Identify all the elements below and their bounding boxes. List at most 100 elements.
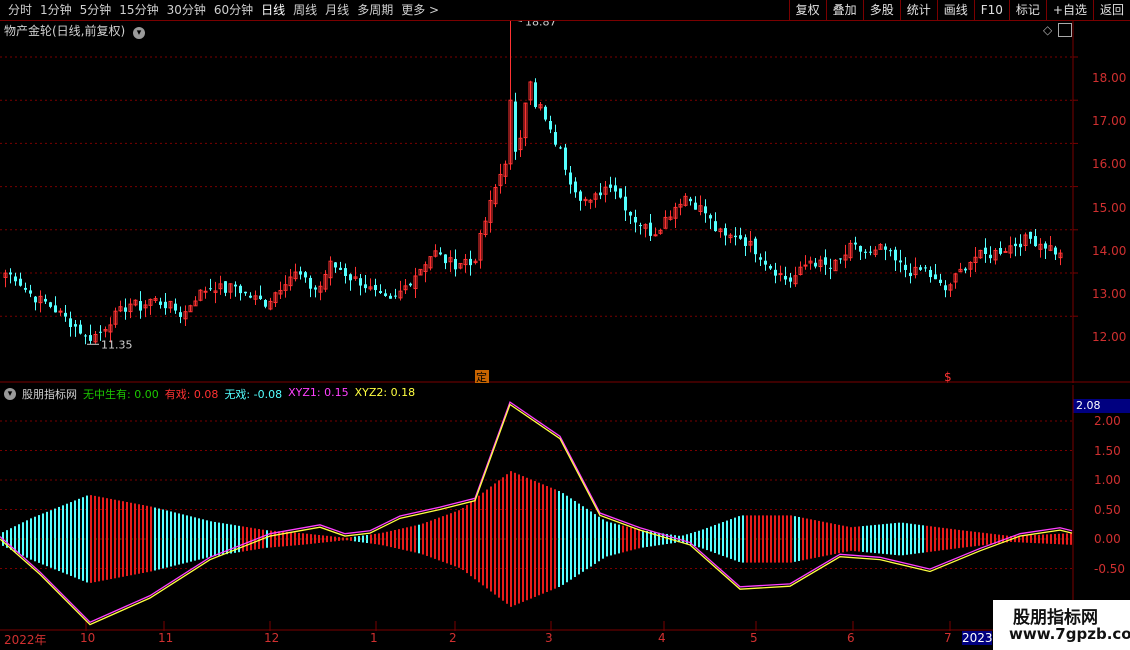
indicator-bar xyxy=(802,517,804,561)
period-tab-1[interactable]: 1分钟 xyxy=(36,0,76,20)
period-tab-5[interactable]: 60分钟 xyxy=(210,0,257,20)
candle-body xyxy=(549,120,552,130)
indicator-bar xyxy=(166,510,168,568)
candle-body xyxy=(9,272,12,275)
indicator-bar xyxy=(298,532,300,546)
indicator-bar xyxy=(770,515,772,563)
indicator-bar xyxy=(1042,534,1044,544)
candle-body xyxy=(1003,250,1008,253)
candle-body xyxy=(889,250,892,252)
candle-body xyxy=(814,262,817,267)
period-tab-4[interactable]: 30分钟 xyxy=(163,0,210,20)
indicator-bar xyxy=(286,531,288,547)
indicator-bar xyxy=(26,520,28,558)
indicator-bar xyxy=(938,527,940,551)
candle-body xyxy=(694,202,697,210)
toolbar-button-3[interactable]: 统计 xyxy=(899,0,937,20)
toolbar-button-6[interactable]: 标记 xyxy=(1008,0,1046,20)
indicator-bar xyxy=(362,535,364,543)
indicator-chart[interactable] xyxy=(0,385,1130,631)
indicator-bar xyxy=(358,536,360,542)
candle-body xyxy=(54,305,57,313)
candle-body xyxy=(384,293,387,296)
watermark-url: www.7gpzb.com xyxy=(1009,625,1130,643)
period-tab-7[interactable]: 周线 xyxy=(289,0,321,20)
period-tab-10[interactable]: 更多 > xyxy=(397,0,443,20)
indicator-bar xyxy=(442,516,444,562)
candle-body xyxy=(179,312,182,317)
candle-body xyxy=(444,254,447,264)
indicator-bar xyxy=(154,507,156,571)
indicator-bar xyxy=(646,531,648,547)
indicator-bar xyxy=(146,505,148,573)
candle-body xyxy=(249,295,252,298)
period-tab-9[interactable]: 多周期 xyxy=(353,0,397,20)
candle-body xyxy=(859,245,862,252)
candle-body xyxy=(1019,243,1022,248)
date-axis-label: 3 xyxy=(545,631,553,645)
price-axis-label: 16.00 xyxy=(1092,157,1127,172)
indicator-bar xyxy=(514,472,516,606)
indicator-bar xyxy=(622,525,624,553)
indicator-bar xyxy=(562,493,564,585)
indicator-bar xyxy=(682,535,684,543)
indicator-axis-label: 0.00 xyxy=(1094,532,1121,546)
candlestick-chart[interactable]: 18.87 11.35 定 $ xyxy=(0,21,1130,383)
toolbar-button-4[interactable]: 画线 xyxy=(936,0,974,20)
candle-body xyxy=(259,295,262,300)
candle-body xyxy=(639,225,642,227)
indicator-bar xyxy=(178,513,180,565)
indicator-bar xyxy=(1054,533,1056,545)
indicator-bar xyxy=(526,477,528,601)
indicator-bar xyxy=(914,524,916,554)
toolbar-button-0[interactable]: 复权 xyxy=(788,0,826,20)
indicator-bar xyxy=(106,498,108,580)
period-tab-6[interactable]: 日线 xyxy=(257,0,289,20)
candle-body xyxy=(69,318,72,328)
candle-body xyxy=(534,82,537,107)
period-tab-0[interactable]: 分时 xyxy=(4,0,36,20)
indicator-bar xyxy=(910,523,912,555)
toolbar-button-8[interactable]: 返回 xyxy=(1092,0,1130,20)
candle-body xyxy=(344,268,347,276)
indicator-bar xyxy=(478,495,480,583)
indicator-bar xyxy=(202,519,204,559)
candle-body xyxy=(839,258,842,260)
period-tab-3[interactable]: 15分钟 xyxy=(115,0,162,20)
candle-body xyxy=(209,288,212,290)
indicator-bar xyxy=(118,500,120,578)
indicator-bar xyxy=(922,525,924,553)
indicator-bar xyxy=(742,515,744,563)
candle-body xyxy=(653,234,658,237)
period-tab-2[interactable]: 5分钟 xyxy=(76,0,116,20)
indicator-bar xyxy=(902,522,904,556)
toolbar-button-7[interactable]: +自选 xyxy=(1045,0,1093,20)
candle-body xyxy=(864,251,867,253)
toolbar-button-5[interactable]: F10 xyxy=(973,0,1009,20)
period-tab-8[interactable]: 月线 xyxy=(321,0,353,20)
toolbar-buttons: 复权 叠加 多股 统计 画线 F10 标记 +自选 返回 xyxy=(788,0,1130,20)
indicator-bar xyxy=(838,524,840,554)
indicator-axis-label: 1.50 xyxy=(1094,443,1121,458)
indicator-bar xyxy=(346,537,348,541)
indicator-bar xyxy=(386,531,388,547)
indicator-bar xyxy=(566,495,568,583)
date-axis-label: 7 xyxy=(944,631,952,645)
indicator-bar xyxy=(518,474,520,604)
candle-body xyxy=(884,246,887,250)
indicator-bar xyxy=(94,495,96,583)
candle-body xyxy=(389,295,392,299)
indicator-bar xyxy=(610,522,612,556)
toolbar-button-1[interactable]: 叠加 xyxy=(825,0,863,20)
candle-body xyxy=(744,237,747,246)
indicator-bar xyxy=(854,526,856,552)
candle-body xyxy=(579,191,582,201)
indicator-bar xyxy=(790,515,792,563)
indicator-bar xyxy=(586,508,588,570)
indicator-bar xyxy=(250,527,252,551)
indicator-bar xyxy=(842,525,844,553)
indicator-bar xyxy=(734,517,736,561)
candle-body xyxy=(789,277,792,282)
toolbar-button-2[interactable]: 多股 xyxy=(862,0,900,20)
indicator-bar xyxy=(394,530,396,548)
